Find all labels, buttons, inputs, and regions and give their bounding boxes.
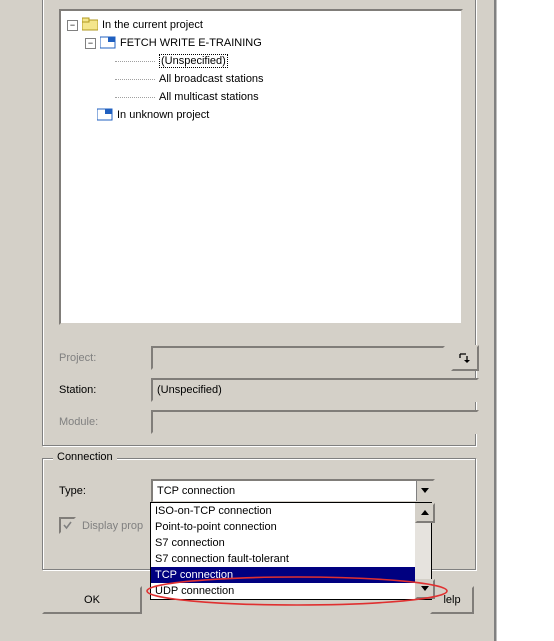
tree-row-unknown[interactable]: In unknown project [67, 107, 455, 123]
tree-label-project: FETCH WRITE E-TRAINING [120, 37, 262, 49]
field-module [151, 410, 479, 434]
dropdown-option[interactable]: S7 connection fault-tolerant [151, 551, 415, 567]
project-icon [100, 35, 116, 52]
tree-row-item[interactable]: All broadcast stations [67, 71, 455, 87]
type-combobox-text: TCP connection [153, 481, 416, 501]
dropdown-option-selected[interactable]: TCP connection [151, 567, 415, 583]
row-project: Project: [59, 345, 479, 371]
right-margin [496, 0, 554, 641]
tree-row-item[interactable]: All multicast stations [67, 89, 455, 105]
help-button[interactable]: lelp [430, 586, 474, 614]
tree-row-item[interactable]: (Unspecified) [67, 53, 455, 69]
dropdown-scrollbar[interactable] [415, 503, 431, 599]
row-module: Module: [59, 409, 479, 435]
row-station: Station: (Unspecified) [59, 377, 479, 403]
display-properties-checkbox[interactable] [59, 517, 76, 534]
label-module: Module: [59, 416, 151, 428]
scroll-track[interactable] [415, 523, 431, 579]
tree-connector [115, 79, 155, 80]
tree-connector [115, 97, 155, 98]
tree-label-multicast: All multicast stations [159, 91, 259, 103]
expander-minus-icon[interactable]: − [67, 20, 78, 31]
browse-button[interactable] [451, 345, 479, 371]
label-project: Project: [59, 352, 151, 364]
field-project [151, 346, 445, 370]
dropdown-option[interactable]: ISO-on-TCP connection [151, 503, 415, 519]
dropdown-option[interactable]: Point-to-point connection [151, 519, 415, 535]
type-dropdown-list[interactable]: ISO-on-TCP connection Point-to-point con… [150, 502, 432, 600]
expander-minus-icon[interactable]: − [85, 38, 96, 49]
tree-view[interactable]: − In the current project − FETCH WRITE E… [59, 9, 463, 325]
tree-label-broadcast: All broadcast stations [159, 73, 264, 85]
display-properties-label: Display prop [82, 520, 143, 532]
display-properties-checkbox-row: Display prop [59, 517, 143, 534]
ok-button[interactable]: OK [42, 586, 142, 614]
tree-label-unknown: In unknown project [117, 109, 209, 121]
group-connection-legend: Connection [53, 451, 117, 463]
folder-icon [82, 17, 98, 34]
tree-connector [115, 61, 155, 62]
type-combobox[interactable]: TCP connection [151, 479, 435, 503]
tree-label-root: In the current project [102, 19, 203, 31]
dialog-window: Connection Partner − In the current proj… [22, 0, 496, 641]
dropdown-option[interactable]: S7 connection [151, 535, 415, 551]
dropdown-items: ISO-on-TCP connection Point-to-point con… [151, 503, 415, 599]
tree-label-unspecified: (Unspecified) [159, 54, 228, 68]
tree-row-root[interactable]: − In the current project [67, 17, 455, 33]
label-station: Station: [59, 384, 151, 396]
group-connection-partner: Connection Partner − In the current proj… [42, 0, 476, 446]
check-icon [63, 521, 72, 530]
chevron-down-icon[interactable] [416, 481, 433, 501]
label-type: Type: [59, 485, 151, 497]
project-icon [97, 107, 113, 124]
dropdown-option[interactable]: UDP connection [151, 583, 415, 599]
scroll-up-icon[interactable] [415, 503, 435, 523]
browse-icon [458, 351, 472, 365]
tree-row-project[interactable]: − FETCH WRITE E-TRAINING [67, 35, 455, 51]
scroll-down-icon[interactable] [415, 579, 435, 599]
field-station: (Unspecified) [151, 378, 479, 402]
